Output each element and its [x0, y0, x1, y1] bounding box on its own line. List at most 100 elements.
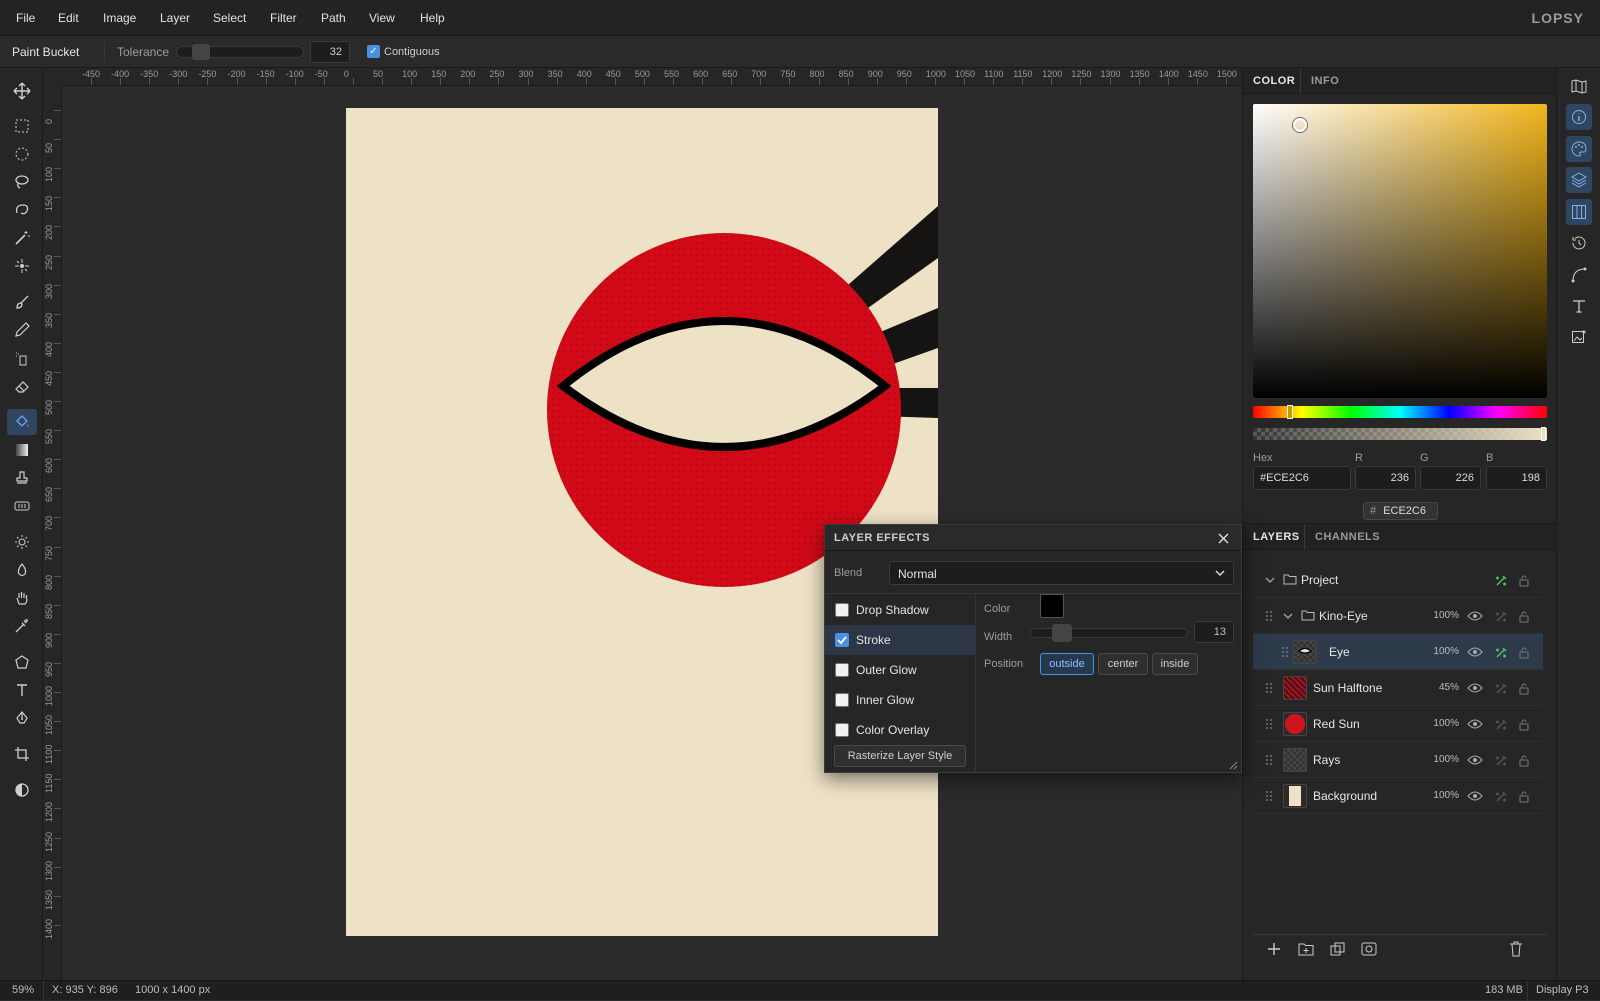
fx-icon[interactable] [1494, 610, 1508, 624]
new-folder-icon[interactable] [1298, 942, 1314, 956]
strip-history-button[interactable] [1566, 230, 1592, 256]
sv-picker-handle[interactable] [1293, 118, 1307, 132]
crop-tool[interactable] [7, 741, 37, 767]
menu-help[interactable]: Help [420, 11, 445, 25]
mask-icon[interactable] [1361, 942, 1377, 956]
strip-paths-button[interactable] [1566, 262, 1592, 288]
lock-icon[interactable] [1518, 610, 1530, 623]
menu-filter[interactable]: Filter [270, 11, 297, 25]
tab-layers[interactable]: LAYERS [1253, 531, 1300, 543]
dodge-tool[interactable] [7, 529, 37, 555]
rect-select-tool[interactable] [7, 113, 37, 139]
layer-row-project[interactable]: Project [1253, 562, 1543, 598]
zoom-level[interactable]: 59% [12, 984, 34, 996]
tolerance-slider-handle[interactable] [192, 44, 211, 60]
current-color-chip[interactable]: # ECE2C6 [1363, 502, 1438, 520]
hand-tool[interactable] [7, 585, 37, 611]
trash-icon[interactable] [1509, 941, 1523, 957]
layer-row-kino-eye[interactable]: Kino-Eye 100% [1253, 598, 1543, 634]
hue-slider[interactable] [1253, 405, 1547, 419]
drag-handle-icon[interactable] [1265, 754, 1273, 766]
add-layer-icon[interactable] [1267, 942, 1281, 956]
drop-shadow-checkbox[interactable] [835, 603, 849, 617]
position-outside-button[interactable]: outside [1040, 653, 1094, 675]
stroke-checkbox[interactable] [835, 633, 849, 647]
fx-icon[interactable] [1494, 718, 1508, 732]
ellipse-select-tool[interactable] [7, 141, 37, 167]
drag-handle-icon[interactable] [1265, 790, 1273, 802]
eye-visibility-icon[interactable] [1467, 610, 1483, 622]
brush-tool[interactable] [7, 289, 37, 315]
eyedropper-tool[interactable] [7, 613, 37, 639]
document-canvas[interactable] [346, 108, 938, 936]
patch-tool[interactable] [7, 493, 37, 519]
layer-row-background[interactable]: Background 100% [1253, 778, 1543, 814]
strip-type-button[interactable] [1566, 293, 1592, 319]
chevron-down-icon[interactable] [1265, 575, 1275, 585]
chevron-down-icon[interactable] [1283, 611, 1293, 621]
tab-info[interactable]: INFO [1311, 75, 1339, 87]
layer-row-rays[interactable]: Rays 100% [1253, 742, 1543, 778]
paint-bucket-tool[interactable] [7, 409, 37, 435]
alpha-slider[interactable] [1253, 427, 1547, 441]
stamp-tool[interactable] [7, 465, 37, 491]
hex-input[interactable]: #ECE2C6 [1253, 466, 1351, 490]
lock-icon[interactable] [1518, 682, 1530, 695]
color-overlay-checkbox[interactable] [835, 723, 849, 737]
blur-tool[interactable] [7, 557, 37, 583]
strip-map-button[interactable] [1566, 73, 1592, 99]
g-input[interactable]: 226 [1420, 466, 1481, 490]
layer-row-red-sun[interactable]: Red Sun 100% [1253, 706, 1543, 742]
saturation-value-picker[interactable] [1253, 104, 1547, 398]
strip-channels-button[interactable] [1566, 199, 1592, 225]
lock-icon[interactable] [1518, 646, 1530, 659]
contiguous-checkbox[interactable]: ✓ [367, 45, 380, 58]
strip-image-button[interactable] [1566, 324, 1592, 350]
strip-info-button[interactable] [1566, 104, 1592, 130]
tab-channels[interactable]: CHANNELS [1315, 531, 1380, 543]
eye-visibility-icon[interactable] [1467, 718, 1483, 730]
magic-wand-tool[interactable] [7, 225, 37, 251]
eye-visibility-icon[interactable] [1467, 646, 1483, 658]
fx-icon[interactable] [1494, 574, 1508, 588]
drag-handle-icon[interactable] [1265, 682, 1273, 694]
position-inside-button[interactable]: inside [1152, 653, 1198, 675]
lock-icon[interactable] [1518, 790, 1530, 803]
menu-image[interactable]: Image [103, 11, 136, 25]
polygon-tool[interactable] [7, 649, 37, 675]
duplicate-icon[interactable] [1330, 942, 1346, 956]
text-tool[interactable] [7, 677, 37, 703]
outer-glow-checkbox[interactable] [835, 663, 849, 677]
eye-visibility-icon[interactable] [1467, 682, 1483, 694]
quick-select-tool[interactable] [7, 253, 37, 279]
tab-color[interactable]: COLOR [1253, 75, 1295, 87]
menu-layer[interactable]: Layer [160, 11, 190, 25]
menu-select[interactable]: Select [213, 11, 246, 25]
resize-handle-icon[interactable] [1229, 761, 1238, 770]
close-icon[interactable] [1218, 533, 1229, 544]
drag-handle-icon[interactable] [1265, 610, 1273, 622]
pencil-tool[interactable] [7, 317, 37, 343]
lock-icon[interactable] [1518, 718, 1530, 731]
fx-icon[interactable] [1494, 790, 1508, 804]
layer-row-eye[interactable]: Eye 100% [1253, 634, 1543, 670]
r-input[interactable]: 236 [1355, 466, 1416, 490]
effect-outer-glow[interactable]: Outer Glow [825, 655, 975, 685]
effect-inner-glow[interactable]: Inner Glow [825, 685, 975, 715]
pen-tool[interactable] [7, 705, 37, 731]
tolerance-slider[interactable] [176, 44, 304, 60]
stroke-width-slider-handle[interactable] [1051, 624, 1072, 642]
strip-palette-button[interactable] [1566, 136, 1592, 162]
b-input[interactable]: 198 [1486, 466, 1547, 490]
eye-visibility-icon[interactable] [1467, 754, 1483, 766]
lasso-tool[interactable] [7, 169, 37, 195]
menu-file[interactable]: File [16, 11, 35, 25]
lock-icon[interactable] [1518, 754, 1530, 767]
spray-tool[interactable] [7, 345, 37, 371]
stroke-color-swatch[interactable] [1040, 594, 1064, 618]
fx-icon[interactable] [1494, 754, 1508, 768]
contrast-tool[interactable] [7, 777, 37, 803]
move-tool[interactable] [7, 78, 37, 104]
effect-drop-shadow[interactable]: Drop Shadow [825, 595, 975, 625]
eye-visibility-icon[interactable] [1467, 790, 1483, 802]
